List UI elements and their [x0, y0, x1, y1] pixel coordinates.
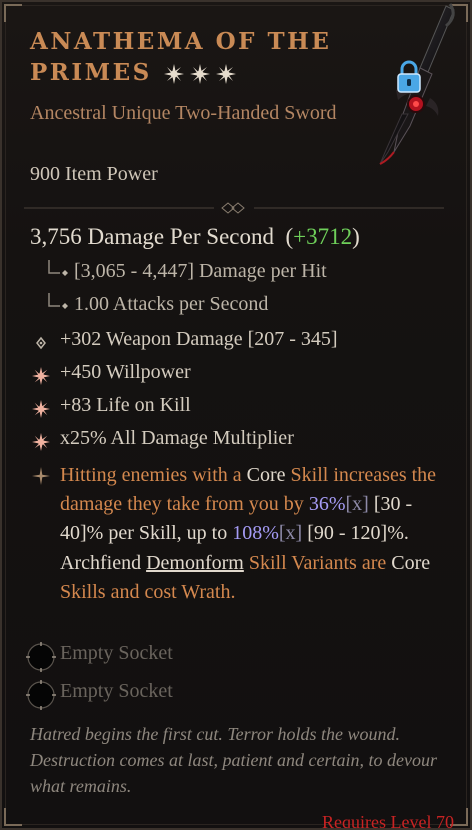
empty-socket-icon [26, 680, 56, 710]
roll-value: 36% [308, 493, 346, 516]
frame-corner [4, 808, 22, 826]
flavor-text: Hatred begins the first cut. Terror hold… [30, 724, 437, 796]
affix-line: +450 Willpower [60, 361, 191, 383]
unique-power-text: Hitting enemies with a Core Skill increa… [60, 461, 450, 607]
keyword-demonform-link[interactable]: Demonform [146, 552, 244, 574]
dps-delta: +3712 [293, 224, 353, 249]
starburst-icon [215, 64, 236, 84]
item-power: 900 Item Power [30, 163, 158, 185]
starburst-icon [163, 64, 184, 84]
keyword-core: Core [391, 551, 431, 574]
item-type: Ancestral Unique Two-Handed Sword [30, 102, 337, 124]
affix-line: +83 Life on Kill [60, 394, 191, 416]
dps-text: 3,756 Damage Per Second [30, 224, 274, 249]
frame-corner [4, 4, 22, 22]
starburst-bullet-icon [32, 433, 50, 451]
power-text: Skill Variants are [243, 551, 392, 574]
lock-icon[interactable] [394, 59, 424, 95]
legendary-star-icon [32, 467, 50, 485]
starburst-bullet-icon [32, 367, 50, 385]
roll-value: 108% [232, 522, 279, 545]
power-text: Hitting enemies with a [60, 464, 247, 486]
power-text: Skills and cost Wrath. [60, 580, 236, 603]
keyword-core: Core [246, 464, 286, 486]
dps-delta-close: ) [352, 224, 360, 249]
socket-label: Empty Socket [60, 642, 173, 664]
socket-label: Empty Socket [60, 680, 173, 702]
dps-value: 3,756 Damage Per Second (+3712) [30, 224, 360, 250]
affix-line: +302 Weapon Damage [207 - 345] [60, 328, 338, 350]
starburst-bullet-icon [32, 400, 50, 418]
multiplier-tag: [x] [345, 493, 369, 516]
item-name: ANATHEMA OF THE PRIMES [30, 26, 350, 88]
level-requirement: Requires Level 70 [322, 812, 454, 830]
diamond-bullet-icon [36, 336, 46, 350]
attacks-per-second: 1.00 Attacks per Second [74, 293, 269, 315]
rarity-stars [158, 57, 236, 88]
starburst-icon [189, 64, 210, 84]
affix-line: x25% All Damage Multiplier [60, 427, 294, 449]
tree-branch-icon [48, 293, 68, 309]
section-divider [24, 202, 444, 214]
tree-branch-icon [48, 260, 68, 276]
damage-per-hit: [3,065 - 4,447] Damage per Hit [74, 260, 327, 282]
empty-socket-icon [26, 642, 56, 672]
item-tooltip: ANATHEMA OF THE PRIMES Ancestral Unique … [0, 0, 472, 830]
multiplier-tag: [x] [278, 522, 303, 545]
